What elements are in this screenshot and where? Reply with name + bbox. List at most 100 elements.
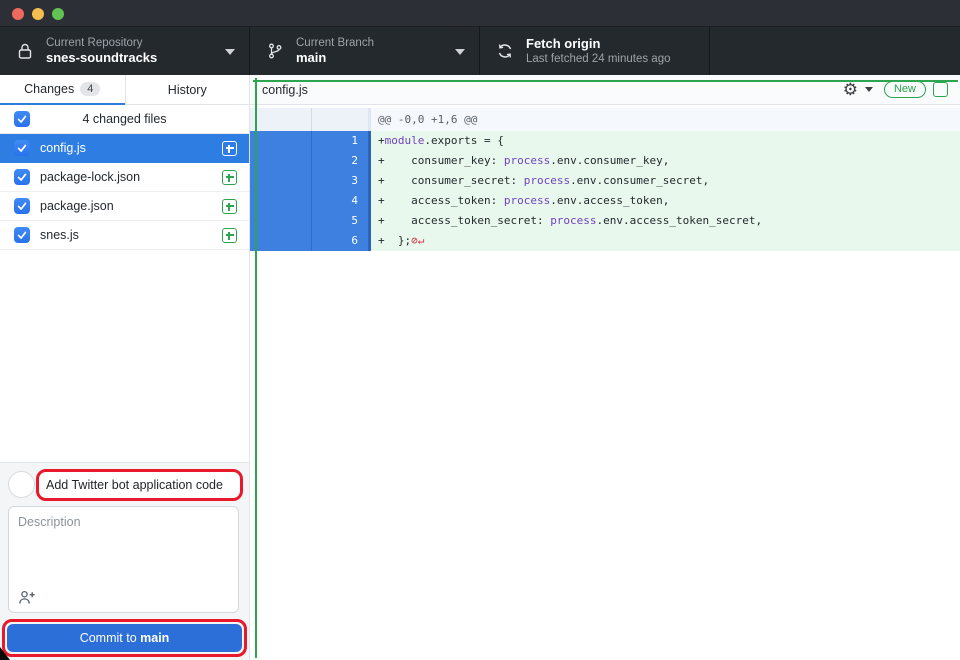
diff-code-line: + consumer_secret: process.env.consumer_… [371,171,709,191]
fetch-origin-subtitle: Last fetched 24 minutes ago [526,52,671,66]
minimize-window-button[interactable] [32,8,44,20]
diff-gutter: 5 [250,211,371,231]
changed-files-count-label: 4 changed files [0,105,249,133]
diff-code-line: + consumer_key: process.env.consumer_key… [371,151,669,171]
check-icon [16,200,28,212]
file-row[interactable]: snes.js [0,221,249,250]
app-toolbar: Current Repository snes-soundtracks Curr… [0,27,960,75]
gear-icon[interactable]: ⚙ [843,81,858,98]
file-checkbox[interactable] [14,169,30,185]
commit-form: Commit to main [0,462,249,660]
diff-controls: ⚙ New [843,81,948,98]
titlebar [0,0,960,27]
file-checkbox[interactable] [14,198,30,214]
diff-gutter-new-line: 5 [312,211,367,231]
file-row[interactable]: package.json [0,192,249,221]
file-checkbox[interactable] [14,140,30,156]
current-branch-dropdown[interactable]: Current Branch main [250,27,480,75]
diff-hunk-gutter [250,108,371,131]
diff-gutter-new-line: 3 [312,171,367,191]
toolbar-spacer [710,27,960,75]
diff-gutter-new-line: 2 [312,151,367,171]
lock-icon [16,42,34,60]
check-icon [16,171,28,183]
commit-button[interactable]: Commit to main [7,624,242,652]
commit-summary-input[interactable] [39,478,240,492]
commit-button-label: Commit to [80,631,140,645]
plus-box-icon [933,82,948,97]
file-row[interactable]: package-lock.json [0,163,249,192]
tab-changes[interactable]: Changes 4 [0,75,125,105]
current-branch-label: Current Branch [296,36,374,50]
check-icon [16,229,28,241]
diff-header: config.js ⚙ New [250,75,960,105]
commit-description-input[interactable] [9,507,238,587]
zoom-window-button[interactable] [52,8,64,20]
new-file-badge: New [884,81,926,98]
sidebar-tabbar: Changes 4 History [0,75,249,105]
commit-button-branch: main [140,631,169,645]
diff-code-line: + access_token_secret: process.env.acces… [371,211,762,231]
diff-gutter-old-line [250,151,312,171]
tab-history-label: History [168,83,207,97]
commit-button-annotation-highlight: Commit to main [2,619,247,657]
diff-line: 4 + access_token: process.env.access_tok… [250,191,960,211]
diff-code-line: +module.exports = { [371,131,504,151]
diff-line: 5 + access_token_secret: process.env.acc… [250,211,960,231]
diff-line: 1 +module.exports = { [250,131,960,151]
diff-gutter-new-line: 4 [312,191,367,211]
diff-gutter-old-line [250,131,312,151]
file-added-status-icon [222,170,237,185]
diff-code-line: + access_token: process.env.access_token… [371,191,669,211]
changes-count-badge: 4 [80,82,100,96]
diff-gutter: 4 [250,191,371,211]
diff-pane: config.js ⚙ New @@ -0,0 +1,6 @@ 1 +modul… [250,75,960,660]
tab-history[interactable]: History [125,75,250,105]
diff-gutter: 3 [250,171,371,191]
summary-annotation-highlight [36,469,243,501]
diff-line: 3 + consumer_secret: process.env.consume… [250,171,960,191]
changed-file-list: config.js package-lock.json package.json… [0,134,249,250]
current-repository-value: snes-soundtracks [46,50,157,66]
diff-gutter-old-line [250,191,312,211]
current-repository-label: Current Repository [46,36,157,50]
mouse-cursor [0,647,10,660]
file-added-status-icon [222,228,237,243]
file-checkbox[interactable] [14,227,30,243]
commit-description-box [8,506,239,613]
fetch-origin-button[interactable]: Fetch origin Last fetched 24 minutes ago [480,27,710,75]
diff-line: 6 + };⊘↵ [250,231,960,251]
diff-gutter-new-line: 1 [312,131,367,151]
tab-changes-label: Changes [24,82,74,96]
changes-sidebar: Changes 4 History 4 changed files config… [0,75,250,660]
chevron-down-icon [455,49,465,55]
diff-gutter-old-line [250,211,312,231]
current-repository-dropdown[interactable]: Current Repository snes-soundtracks [0,27,250,75]
chevron-down-icon [225,49,235,55]
avatar [8,471,35,498]
file-name: snes.js [40,228,79,242]
chevron-down-icon[interactable] [865,87,873,92]
diff-filename: config.js [262,83,308,97]
file-name: config.js [40,141,86,155]
fetch-origin-title: Fetch origin [526,36,671,52]
diff-code-line: + };⊘↵ [371,231,424,251]
file-name: package-lock.json [40,170,140,184]
file-name: package.json [40,199,114,213]
close-window-button[interactable] [12,8,24,20]
diff-gutter-old-line [250,231,312,251]
git-branch-icon [266,42,284,60]
file-added-status-icon [222,141,237,156]
diff-gutter-old-line [250,171,312,191]
changed-files-header: 4 changed files [0,105,249,134]
diff-gutter: 1 [250,131,371,151]
file-added-status-icon [222,199,237,214]
person-add-icon[interactable] [18,590,36,605]
file-row[interactable]: config.js [0,134,249,163]
sync-icon [496,42,514,60]
diff-gutter: 6 [250,231,371,251]
check-icon [16,142,28,154]
diff-gutter-new-line: 6 [312,231,367,251]
current-branch-value: main [296,50,374,66]
diff-lines: 1 +module.exports = { 2 + consumer_key: … [250,131,960,251]
